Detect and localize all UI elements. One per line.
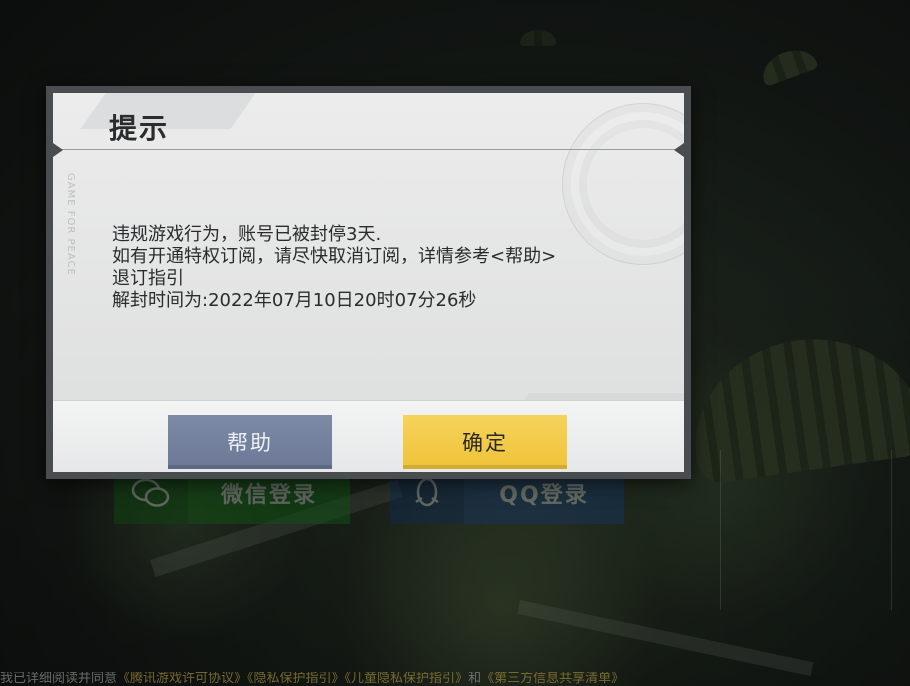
confirm-button-label: 确定 [462, 431, 508, 455]
decorative-vertical-text: GAME FOR PEACE [65, 173, 76, 276]
ban-message-line: 违规游戏行为，账号已被封停3天. [112, 224, 382, 245]
unban-time-line: 解封时间为:2022年07月10日20时07分26秒 [112, 290, 477, 311]
dialog-panel: GAME FOR PEACE 提示 违规游戏行为，账号已被封停3天. 如有开通特… [53, 93, 684, 472]
game-login-screen: 微信登录 QQ登录 我已详细阅读并同意《腾讯游戏许可协议》《隐私保护指引》《儿童… [0, 0, 910, 686]
button-shade [403, 465, 567, 469]
title-divider [53, 149, 684, 150]
confirm-button[interactable]: 确定 [403, 415, 567, 469]
help-button-label: 帮助 [227, 431, 273, 455]
ban-message-line: 退订指引 [112, 268, 184, 289]
ban-notice-dialog: GAME FOR PEACE 提示 违规游戏行为，账号已被封停3天. 如有开通特… [46, 86, 691, 479]
divider-right-notch [674, 143, 684, 157]
button-shade [168, 465, 332, 469]
ban-message-line: 如有开通特权订阅，请尽快取消订阅，详情参考<帮助> [112, 246, 557, 267]
divider-left-notch [53, 143, 63, 157]
help-button[interactable]: 帮助 [168, 415, 332, 469]
dialog-title: 提示 [109, 112, 170, 145]
ban-message: 违规游戏行为，账号已被封停3天. 如有开通特权订阅，请尽快取消订阅，详情参考<帮… [112, 224, 652, 312]
dialog-button-bar: 帮助 确定 [53, 400, 684, 472]
